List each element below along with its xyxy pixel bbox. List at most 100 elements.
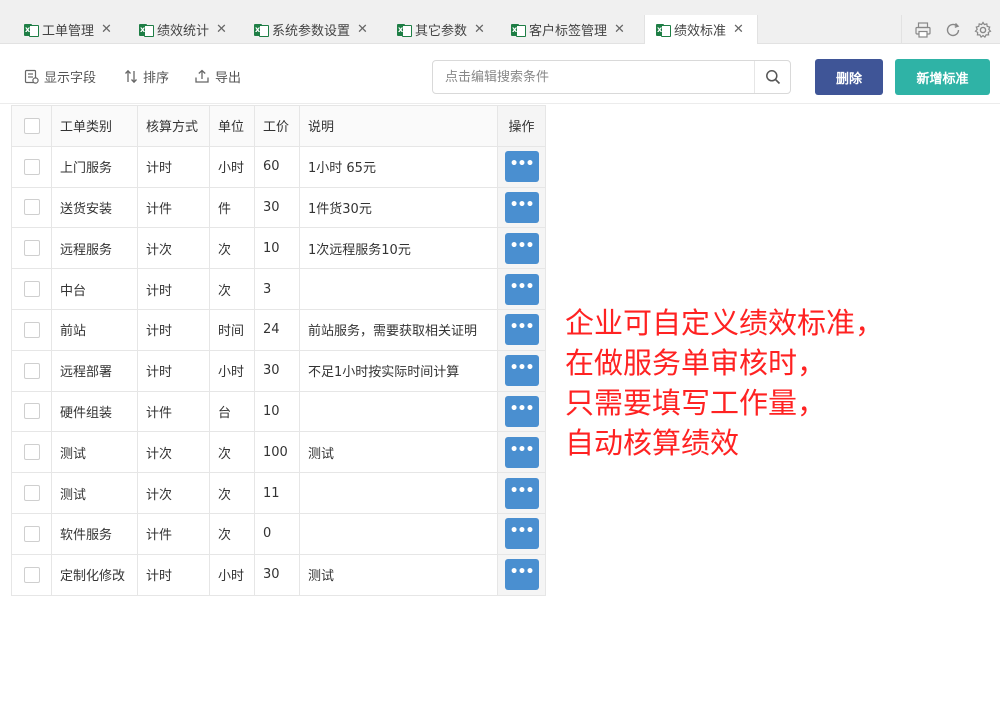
row-checkbox[interactable]	[23, 403, 40, 420]
cell-order-category: 测试	[51, 472, 138, 514]
row-select-cell	[11, 390, 52, 433]
header-price[interactable]: 工价	[254, 105, 300, 147]
table-row[interactable]: 测试 计次次 100 测试 •••	[11, 431, 546, 474]
row-checkbox[interactable]	[23, 485, 40, 502]
tab-customer-tag-management[interactable]: x 客户标签管理 ✕	[500, 15, 625, 44]
cell-price: 11	[254, 472, 300, 514]
more-actions-button[interactable]: •••	[504, 518, 539, 550]
excel-icon: x	[510, 23, 526, 37]
cell-unit: 次	[209, 431, 255, 474]
cell-accounting-method: 计时	[137, 553, 210, 596]
cell-description	[299, 512, 498, 555]
close-icon[interactable]: ✕	[733, 22, 744, 37]
tab-work-order-management[interactable]: x 工单管理 ✕	[13, 15, 112, 44]
row-actions-cell: •••	[497, 431, 546, 474]
table-row[interactable]: 中台 计时次 3 •••	[11, 268, 546, 310]
close-icon[interactable]: ✕	[474, 22, 485, 37]
cell-price: 100	[254, 431, 300, 474]
print-icon[interactable]	[914, 21, 932, 39]
row-checkbox[interactable]	[23, 566, 40, 583]
row-select-cell	[11, 227, 52, 270]
cell-unit: 次	[209, 472, 255, 514]
cell-price: 30	[254, 553, 300, 596]
header-accounting-method[interactable]: 核算方式	[137, 105, 210, 147]
table-row[interactable]: 上门服务 计时 小时 60 1小时 65元 •••	[11, 145, 546, 188]
cell-order-category: 定制化修改	[51, 553, 138, 596]
row-checkbox[interactable]	[23, 199, 40, 216]
row-checkbox[interactable]	[23, 240, 40, 257]
tab-system-parameters[interactable]: x 系统参数设置 ✕	[243, 15, 368, 44]
search-button[interactable]	[754, 61, 790, 93]
header-description[interactable]: 说明	[299, 105, 498, 147]
cell-description: 测试	[299, 553, 498, 596]
table-row[interactable]: 硬件组装 计件台 10 •••	[11, 390, 546, 433]
cell-accounting-method: 计时	[137, 308, 210, 351]
cell-accounting-method: 计次	[137, 431, 210, 474]
cell-description	[299, 268, 498, 310]
select-all-checkbox[interactable]	[23, 117, 40, 134]
sort-label: 排序	[143, 71, 170, 86]
excel-icon: x	[23, 23, 39, 37]
cell-description: 测试	[299, 431, 498, 474]
tab-performance-statistics[interactable]: x 绩效统计 ✕	[128, 15, 227, 44]
table-row[interactable]: 测试 计次次 11 •••	[11, 472, 546, 514]
header-unit[interactable]: 单位	[209, 105, 255, 147]
more-actions-button[interactable]: •••	[504, 395, 539, 427]
row-checkbox[interactable]	[23, 444, 40, 461]
sort-button[interactable]: 排序	[124, 67, 169, 86]
table-row[interactable]: 前站 计时 时间 24 前站服务，需要获取相关证明 •••	[11, 308, 546, 351]
more-actions-button[interactable]: •••	[504, 273, 539, 305]
header-order-category[interactable]: 工单类别	[51, 105, 138, 147]
add-standard-button[interactable]: 新增标准	[895, 59, 990, 95]
row-checkbox[interactable]	[23, 321, 40, 338]
cell-price: 0	[254, 512, 300, 555]
table-row[interactable]: 远程服务 计次次 10 1次远程服务10元 •••	[11, 227, 546, 270]
table-row[interactable]: 远程部署 计时 小时 30 不足1小时按实际时间计算 •••	[11, 349, 546, 392]
row-checkbox[interactable]	[23, 281, 40, 298]
more-actions-button[interactable]: •••	[504, 314, 539, 346]
cell-unit: 时间	[209, 308, 255, 351]
more-actions-button[interactable]: •••	[504, 191, 539, 223]
select-all-cell	[11, 105, 52, 147]
more-actions-button[interactable]: •••	[504, 232, 539, 264]
header-actions: 操作	[497, 105, 546, 147]
close-icon[interactable]: ✕	[357, 22, 368, 37]
row-actions-cell: •••	[497, 553, 546, 596]
delete-button[interactable]: 删除	[815, 59, 883, 95]
close-icon[interactable]: ✕	[614, 22, 625, 37]
show-fields-button[interactable]: 显示字段	[24, 67, 96, 86]
close-icon[interactable]: ✕	[216, 22, 227, 37]
tab-performance-standards[interactable]: x 绩效标准 ✕	[644, 15, 758, 44]
cell-price: 24	[254, 308, 300, 351]
more-actions-button[interactable]: •••	[504, 477, 539, 509]
close-icon[interactable]: ✕	[101, 22, 112, 37]
more-actions-button[interactable]: •••	[504, 151, 539, 183]
row-checkbox[interactable]	[23, 525, 40, 542]
tab-other-parameters[interactable]: x 其它参数 ✕	[386, 15, 485, 44]
cell-order-category: 测试	[51, 431, 138, 474]
more-actions-button[interactable]: •••	[504, 355, 539, 387]
cell-order-category: 软件服务	[51, 512, 138, 555]
more-actions-button[interactable]: •••	[504, 436, 539, 468]
gear-icon[interactable]	[974, 20, 992, 39]
cell-order-category: 上门服务	[51, 145, 138, 188]
table-row[interactable]: 定制化修改 计时 小时 30 测试 •••	[11, 553, 546, 596]
cell-price: 3	[254, 268, 300, 310]
more-actions-button[interactable]: •••	[504, 559, 539, 591]
annotation-line: 只需要填写工作量，	[565, 386, 827, 420]
table-row[interactable]: 送货安装 计件件 30 1件货30元 •••	[11, 186, 546, 229]
cell-unit: 件	[209, 186, 255, 229]
search-input[interactable]	[433, 61, 753, 93]
row-checkbox[interactable]	[23, 158, 40, 175]
annotation-line: 企业可自定义绩效标准，	[565, 306, 885, 340]
row-checkbox[interactable]	[23, 362, 40, 379]
cell-accounting-method: 计次	[137, 227, 210, 270]
table-row[interactable]: 软件服务 计件次 0 •••	[11, 512, 546, 555]
refresh-icon[interactable]	[944, 21, 962, 39]
row-select-cell	[11, 268, 52, 310]
row-actions-cell: •••	[497, 186, 546, 229]
row-select-cell	[11, 472, 52, 514]
tab-bar: x 工单管理 ✕ x 绩效统计 ✕ x 系统参数设置 ✕ x 其它参数 ✕ x …	[0, 0, 1000, 44]
cell-unit: 小时	[209, 349, 255, 392]
export-button[interactable]: 导出	[194, 67, 241, 86]
